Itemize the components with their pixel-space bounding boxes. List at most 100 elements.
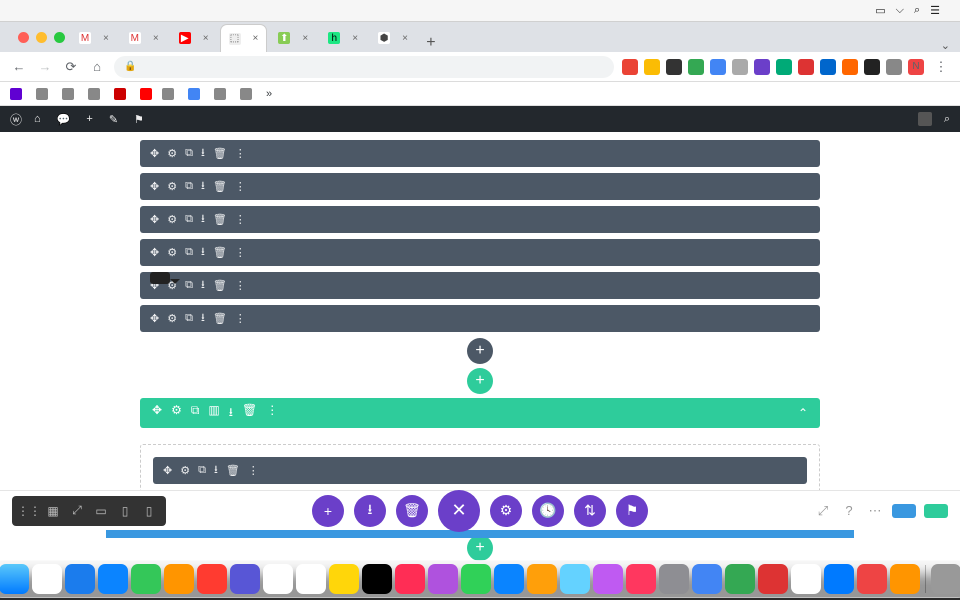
ext-icon[interactable] [886, 59, 902, 75]
add-button[interactable]: + [312, 495, 344, 527]
ext-icon[interactable] [732, 59, 748, 75]
duplicate-icon[interactable]: ⧉ [185, 312, 193, 325]
more-icon[interactable]: ⋮ [266, 403, 278, 424]
save-icon[interactable]: ⭳ [201, 177, 205, 196]
gear-icon[interactable]: ⚙ [171, 403, 182, 424]
dock-app[interactable] [494, 564, 524, 594]
more-icon[interactable]: ⋯ [866, 502, 884, 520]
dock-app[interactable] [296, 564, 326, 594]
zoom-icon[interactable]: ⤢ [66, 500, 88, 522]
bookmark[interactable] [188, 88, 204, 100]
ext-icon[interactable] [754, 59, 770, 75]
dock-app[interactable] [230, 564, 260, 594]
duplicate-icon[interactable]: ⧉ [185, 246, 193, 259]
search-icon[interactable]: ⌕ [944, 113, 950, 126]
dock-app[interactable] [791, 564, 821, 594]
duplicate-icon[interactable]: ⧉ [198, 464, 206, 477]
close-icon[interactable]: × [203, 33, 209, 44]
tab-overflow-icon[interactable]: ⌄ [941, 39, 950, 52]
more-icon[interactable]: ⋮ [235, 213, 246, 226]
close-icon[interactable]: × [253, 33, 259, 44]
home-button[interactable]: ⌂ [88, 59, 106, 74]
bookmark-overflow[interactable]: » [266, 88, 272, 100]
control-center-icon[interactable]: ☰ [930, 4, 940, 17]
history-button[interactable]: 🕓 [532, 495, 564, 527]
menu-icon[interactable]: ⋮ [932, 59, 950, 75]
dock-app[interactable] [461, 564, 491, 594]
tab-5[interactable]: h× [319, 24, 367, 52]
move-icon[interactable]: ✥ [163, 464, 172, 477]
dock-app[interactable] [560, 564, 590, 594]
settings-button[interactable]: ⚙ [490, 495, 522, 527]
dock-app[interactable] [197, 564, 227, 594]
dock-app[interactable] [362, 564, 392, 594]
tab-0[interactable]: M× [70, 24, 118, 52]
save-icon[interactable]: ⭳ [201, 210, 205, 229]
wp-edit-page[interactable]: ✎ [109, 113, 122, 126]
bookmark[interactable] [240, 88, 256, 100]
ext-icon[interactable] [622, 59, 638, 75]
ext-icon[interactable] [644, 59, 660, 75]
dock-app[interactable] [692, 564, 722, 594]
dock-app[interactable] [164, 564, 194, 594]
tablet-icon[interactable]: ▯ [114, 500, 136, 522]
dock-app[interactable] [329, 564, 359, 594]
wp-site-name[interactable]: ⌂ [34, 113, 45, 125]
desktop-icon[interactable]: ▭ [90, 500, 112, 522]
trash-icon[interactable]: 🗑 [213, 246, 227, 259]
dock-app[interactable] [857, 564, 887, 594]
add-row-button[interactable]: + [467, 368, 493, 394]
trash-icon[interactable]: 🗑 [213, 147, 227, 160]
save-icon[interactable]: ⭳ [201, 144, 205, 163]
trash-icon[interactable]: 🗑 [213, 213, 227, 226]
forward-button[interactable]: → [36, 59, 54, 74]
dock-app[interactable] [263, 564, 293, 594]
bookmark[interactable] [62, 88, 78, 100]
gear-icon[interactable]: ⚙ [167, 246, 177, 259]
duplicate-icon[interactable]: ⧉ [191, 403, 200, 424]
gear-icon[interactable]: ⚙ [167, 213, 177, 226]
dock-finder[interactable] [0, 564, 29, 594]
trash-icon[interactable]: 🗑 [213, 279, 227, 292]
wp-comments[interactable]: 💬 [57, 113, 75, 126]
dock-app[interactable] [626, 564, 656, 594]
dock-app[interactable] [593, 564, 623, 594]
wp-new[interactable]: + [86, 113, 96, 125]
search-icon[interactable]: ⌕ [914, 4, 920, 17]
module-row[interactable]: ✥⚙⧉⭳🗑⋮ [140, 305, 820, 332]
save-icon[interactable]: ⭳ [201, 309, 205, 328]
row-header[interactable]: ✥⚙⧉▥⭳🗑⋮ ⌃ [140, 398, 820, 428]
dock-app[interactable] [725, 564, 755, 594]
window-traffic-lights[interactable] [18, 32, 65, 43]
ext-icon[interactable]: N [908, 59, 924, 75]
move-icon[interactable]: ✥ [152, 403, 162, 424]
dock-app[interactable] [65, 564, 95, 594]
module-row[interactable]: ✥⚙⧉⭳🗑⋮ [140, 206, 820, 233]
columns-icon[interactable]: ▥ [208, 403, 219, 424]
expand-icon[interactable]: ⤢ [814, 502, 832, 520]
bookmark[interactable] [88, 88, 104, 100]
close-icon[interactable]: × [103, 33, 109, 44]
dock-app[interactable] [758, 564, 788, 594]
more-icon[interactable]: ⋮ [248, 464, 259, 477]
reload-button[interactable]: ⟳ [62, 59, 80, 75]
more-icon[interactable]: ⋮ [235, 180, 246, 193]
delete-button[interactable]: 🗑 [396, 495, 428, 527]
close-icon[interactable]: × [352, 33, 358, 44]
duplicate-icon[interactable]: ⧉ [185, 279, 193, 292]
flag-button[interactable]: ⚑ [616, 495, 648, 527]
save-icon[interactable]: ⭳ [201, 276, 205, 295]
move-icon[interactable]: ✥ [150, 213, 159, 226]
move-icon[interactable]: ✥ [150, 246, 159, 259]
more-icon[interactable]: ⋮ [235, 246, 246, 259]
bookmark[interactable] [10, 88, 26, 100]
move-icon[interactable]: ✥ [150, 312, 159, 325]
dock-downloads[interactable] [931, 564, 960, 594]
tab-1[interactable]: M× [120, 24, 168, 52]
ext-icon[interactable] [688, 59, 704, 75]
add-row-button[interactable]: + [467, 535, 493, 561]
address-bar[interactable]: 🔒 [114, 56, 614, 78]
code-module[interactable]: ✥⚙⧉⭳🗑⋮ [153, 457, 807, 484]
duplicate-icon[interactable]: ⧉ [185, 147, 193, 160]
close-icon[interactable]: × [302, 33, 308, 44]
